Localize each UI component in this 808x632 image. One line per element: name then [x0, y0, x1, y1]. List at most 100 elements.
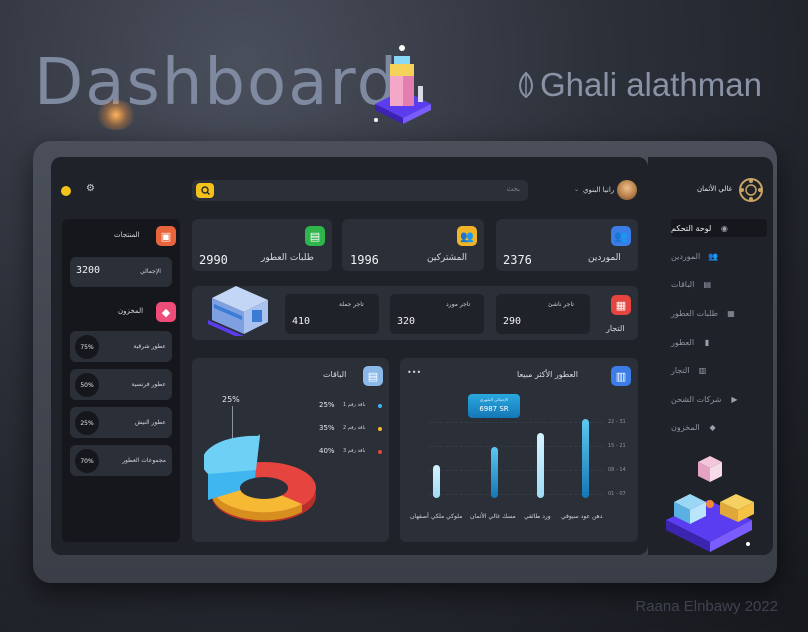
- search-icon[interactable]: [196, 183, 214, 198]
- clipboard-icon: ▤: [305, 226, 325, 246]
- sidebar-item-suppliers[interactable]: 👥 الموردين: [671, 247, 767, 265]
- sidebar-item-packages[interactable]: ▤ الباقات: [671, 275, 767, 293]
- inventory-item-label: عطور شرقية: [133, 343, 166, 350]
- chevron-down-icon[interactable]: ⌄: [574, 186, 579, 193]
- grid-line: [430, 446, 602, 447]
- stat-label: المشتركين: [427, 253, 468, 263]
- progress-ring: 25%: [75, 411, 99, 435]
- hero-title: Dashboard: [34, 46, 400, 120]
- trader-label: تاجر جملة: [339, 301, 364, 308]
- stat-value: 2990: [199, 253, 228, 267]
- sidebar-item-label: العطور: [671, 337, 695, 347]
- truck-icon: ▶: [731, 394, 738, 404]
- legend-dot: [378, 427, 382, 431]
- tooltip-value: 6987 SR: [479, 405, 509, 413]
- trader-value: 410: [292, 316, 311, 327]
- bestsellers-title: العطور الأكثر مبيعا: [517, 370, 578, 379]
- glow-decoration: [96, 100, 136, 130]
- trader-value: 290: [503, 316, 522, 327]
- signature: Raana Elnbawy 2022: [635, 598, 778, 615]
- brand-name: غالي الأثمان: [697, 185, 733, 193]
- chart-bar[interactable]: [582, 419, 589, 498]
- perfume-icon: ▮: [704, 337, 710, 347]
- sidebar-item-shipping[interactable]: ▶ شركات الشحن: [671, 390, 767, 408]
- x-tick: دهن عود سيوفي: [561, 513, 603, 520]
- x-tick: مسك غالي الأثمان: [470, 513, 516, 520]
- grid-line: [430, 422, 602, 423]
- legend-percent: 35%: [319, 424, 335, 432]
- stat-label: الموردين: [588, 253, 621, 263]
- grid-line: [430, 494, 602, 495]
- sidebar-item-dashboard[interactable]: ◉ لوحة التحكم: [671, 219, 767, 237]
- chart-bar[interactable]: [433, 465, 440, 498]
- isometric-blocks-illustration: [666, 456, 754, 552]
- box-icon: ◆: [156, 302, 176, 322]
- inventory-item[interactable]: 50% عطور فرنسية: [70, 369, 172, 400]
- author-text: Ghali alathman: [540, 66, 762, 103]
- tooltip-label: الإجمالي الشهري: [479, 397, 509, 402]
- progress-ring: 50%: [75, 373, 99, 397]
- inventory-item[interactable]: 75% عطور شرقية: [70, 331, 172, 362]
- file-icon: ▤: [703, 279, 712, 289]
- trader-label: تاجر مورد: [446, 301, 471, 308]
- search-input[interactable]: بحث: [507, 185, 520, 193]
- trader-card-wholesale[interactable]: [285, 294, 379, 334]
- products-total-label: الإجمالي: [140, 268, 161, 275]
- group-icon: 👥: [457, 226, 477, 246]
- bag-icon: ▣: [156, 226, 176, 246]
- box-icon: ◆: [709, 422, 716, 432]
- avatar[interactable]: [617, 180, 637, 200]
- trader-value: 320: [397, 316, 416, 327]
- y-tick: 22 - 31: [608, 419, 626, 425]
- legend-percent: 25%: [319, 401, 335, 409]
- traders-label: التجار: [606, 324, 625, 333]
- legend-label: باقة رقم 2: [343, 425, 366, 431]
- store-icon: ▦: [611, 295, 631, 315]
- notification-icon[interactable]: [61, 186, 71, 196]
- inventory-item-label: عطور فرنسية: [131, 381, 166, 388]
- leaf-logo-icon: [519, 71, 533, 99]
- sidebar-item-label: التجار: [671, 365, 690, 375]
- trader-card-supplier[interactable]: [390, 294, 484, 334]
- progress-ring: 70%: [75, 449, 99, 473]
- signature-name: Raana Elnbawy: [635, 598, 741, 615]
- legend-dot: [378, 450, 382, 454]
- more-options-icon[interactable]: •••: [407, 368, 421, 377]
- search-bar[interactable]: بحث: [192, 180, 528, 201]
- sidebar-item-perfumes[interactable]: ▮ العطور: [671, 333, 767, 351]
- sidebar-item-label: الموردين: [671, 251, 701, 261]
- pie-callout: 25%: [222, 395, 240, 404]
- trader-card-startup[interactable]: [496, 294, 590, 334]
- sidebar-item-label: المخزون: [671, 422, 700, 432]
- chart-bar[interactable]: [491, 446, 498, 498]
- sidebar-item-label: الباقات: [671, 279, 695, 289]
- author-name: Ghali alathman: [516, 66, 762, 104]
- isometric-building-illustration: [374, 45, 431, 124]
- legend-dot: [378, 404, 382, 408]
- clipboard-icon: ▦: [727, 308, 735, 318]
- donut-chart: [204, 434, 316, 522]
- chart-icon: ▥: [611, 366, 631, 386]
- sidebar-item-traders[interactable]: ▥ التجار: [671, 361, 767, 379]
- inventory-item[interactable]: 25% عطور النيش: [70, 407, 172, 438]
- chart-bar[interactable]: [537, 432, 544, 498]
- signature-year: 2022: [744, 598, 778, 615]
- gear-icon[interactable]: ⚙: [86, 183, 95, 194]
- legend-label: باقة رقم 3: [343, 448, 366, 454]
- sidebar-item-label: شركات الشحن: [671, 394, 722, 404]
- products-title: المنتجات: [114, 231, 140, 239]
- sidebar-item-inventory[interactable]: ◆ المخزون: [671, 418, 767, 436]
- users-icon: 👥: [611, 226, 631, 246]
- inventory-item-label: عطور النيش: [134, 419, 166, 426]
- products-total-value: 3200: [76, 265, 101, 276]
- user-name[interactable]: رانيا البنوي: [583, 186, 614, 194]
- donut-hole: [240, 477, 288, 499]
- legend-label: باقة رقم 1: [343, 402, 366, 408]
- store-icon: ▥: [698, 365, 707, 375]
- inventory-item[interactable]: 70% مجموعات العطور: [70, 445, 172, 476]
- slice-1-top: [204, 435, 260, 474]
- brand-logo-icon: [739, 178, 763, 202]
- stat-label: طلبات العطور: [261, 253, 314, 263]
- sidebar-item-orders[interactable]: ▦ طلبات العطور: [671, 304, 767, 322]
- legend-percent: 40%: [319, 447, 335, 455]
